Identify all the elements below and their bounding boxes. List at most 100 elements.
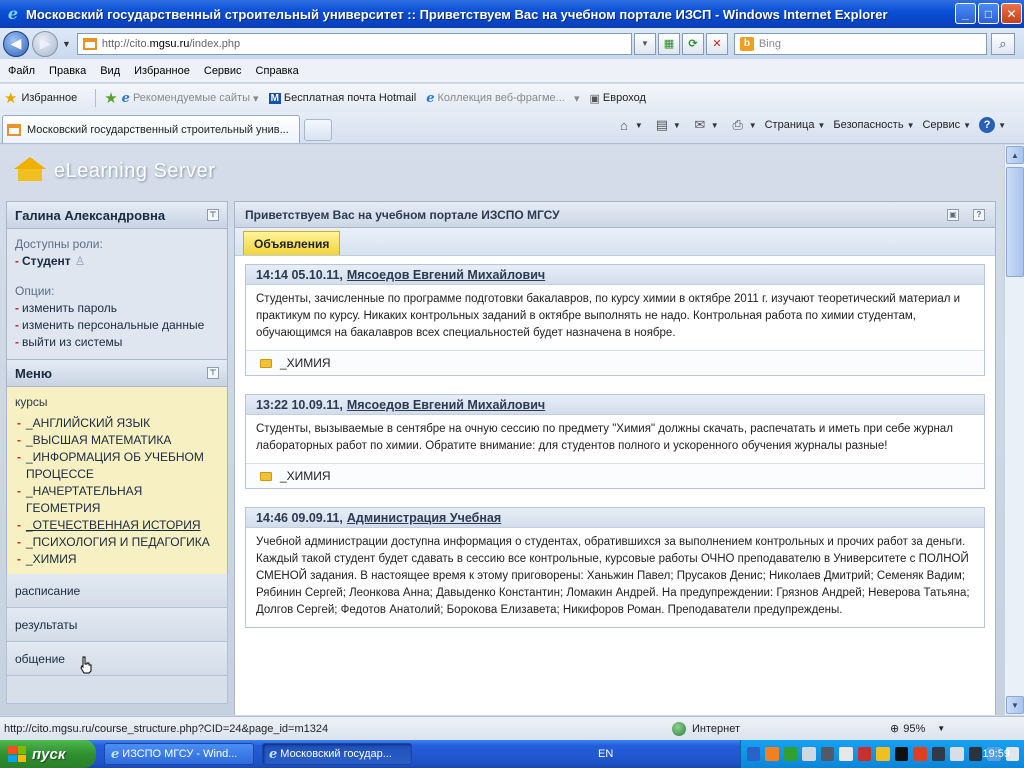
tray-app-icon[interactable]	[968, 747, 983, 761]
url-dropdown-icon[interactable]: ▼	[633, 32, 656, 55]
pin-icon[interactable]: ⊤	[207, 367, 219, 379]
course-item-hovered[interactable]: - _ОТЕЧЕСТВЕННАЯ ИСТОРИЯ	[15, 517, 219, 534]
role-student[interactable]: - Студент ♙	[15, 253, 219, 270]
add-favorite-icon[interactable]: ★	[104, 89, 117, 107]
feeds-icon[interactable]: ▤	[654, 117, 670, 132]
tray-app-icon[interactable]	[950, 747, 964, 761]
news-time: 14:46 09.09.11,	[256, 510, 343, 525]
safety-menu[interactable]: Безопасность	[833, 119, 903, 131]
course-item[interactable]: - _ХИМИЯ	[15, 551, 219, 568]
forward-button[interactable]: ▶	[32, 30, 58, 57]
logout-link[interactable]: - выйти из системы	[15, 334, 219, 351]
courses-menu: курсы - _АНГЛИЙСКИЙ ЯЗЫК - _ВЫСШАЯ МАТЕМАТ…	[6, 387, 228, 574]
pin-icon[interactable]: ▣	[947, 208, 959, 221]
tray-app-icon[interactable]	[765, 747, 779, 761]
nav-schedule[interactable]: расписание	[6, 574, 228, 608]
course-item[interactable]: - _АНГЛИЙСКИЙ ЯЗЫК	[15, 415, 219, 432]
news-course-link[interactable]: _ХИМИЯ	[246, 463, 984, 488]
pin-icon[interactable]: ⊤	[207, 209, 219, 221]
page-favicon-icon	[7, 123, 21, 136]
print-dropdown-icon[interactable]: ▼	[749, 121, 757, 130]
change-personal-data-link[interactable]: - изменить персональные данные	[15, 317, 219, 334]
home-dropdown-icon[interactable]: ▼	[635, 121, 643, 130]
main-title: Приветствуем Вас на учебном портале ИЗСП…	[245, 207, 560, 222]
nav-communication[interactable]: общение	[6, 642, 228, 676]
menu-view[interactable]: Вид	[100, 65, 120, 77]
bullet-icon: -	[17, 535, 21, 549]
security-zone[interactable]: Интернет	[672, 721, 740, 736]
compat-view-icon[interactable]: ▦	[657, 32, 680, 55]
clock[interactable]: 19:59	[982, 748, 1010, 760]
tools-menu[interactable]: Сервис	[922, 119, 960, 131]
tray-app-icon[interactable]	[802, 747, 816, 761]
news-author-link[interactable]: Мясоедов Евгений Михайлович	[347, 268, 545, 282]
scroll-thumb[interactable]	[1006, 167, 1024, 277]
page-menu[interactable]: Страница	[765, 119, 815, 131]
search-icon[interactable]: ⌕	[990, 32, 1015, 55]
mail-dropdown-icon[interactable]: ▼	[711, 121, 719, 130]
menu-file[interactable]: Файл	[8, 65, 35, 77]
ie-icon: e	[269, 746, 278, 762]
help-icon[interactable]: ?	[973, 208, 985, 221]
courses-label[interactable]: курсы	[15, 395, 219, 409]
vertical-scrollbar[interactable]: ▲ ▼	[1004, 145, 1024, 715]
car-icon: ▣	[589, 92, 600, 105]
news-author-link[interactable]: Мясоедов Евгений Михайлович	[347, 398, 545, 412]
mail-icon[interactable]: ✉	[692, 117, 708, 132]
bullet-icon: -	[15, 301, 19, 315]
url-input[interactable]: http://cito. mgsu.ru/index.php	[76, 32, 632, 55]
start-button[interactable]: пуск	[0, 740, 96, 768]
print-icon[interactable]: ⎙	[730, 117, 746, 132]
refresh-icon[interactable]: ⟳	[681, 32, 704, 55]
minimize-button[interactable]: _	[955, 3, 976, 24]
back-button[interactable]: ◀	[3, 30, 29, 57]
help-dropdown-icon[interactable]: ▼	[998, 121, 1006, 130]
home-icon[interactable]: ⌂	[616, 118, 632, 133]
tab-active[interactable]: Московский государственный строительный …	[2, 115, 300, 143]
zoom-level[interactable]: ⊕ 95% ▼	[890, 722, 945, 736]
tray-app-icon[interactable]	[931, 747, 946, 761]
tray-bluetooth-icon[interactable]	[747, 747, 761, 761]
history-dropdown-icon[interactable]: ▼	[62, 39, 71, 49]
fav-evrohod[interactable]: ▣ Евроход	[590, 92, 646, 105]
course-item[interactable]: - _ИНФОРМАЦИЯ ОБ УЧЕБНОМ ПРОЦЕССЕ	[15, 449, 219, 483]
search-input[interactable]: b Bing	[733, 32, 987, 55]
tray-app-icon[interactable]	[820, 747, 835, 761]
fav-web-slice-gallery[interactable]: e Коллекция веб-фрагме... ▾	[426, 91, 579, 106]
help-icon[interactable]: ?	[979, 117, 996, 133]
tray-app-icon[interactable]	[913, 747, 927, 761]
taskbar-window-active[interactable]: e Московский государ...	[262, 743, 412, 765]
stop-icon[interactable]: ✕	[705, 32, 728, 55]
course-item[interactable]: - _ВЫСШАЯ МАТЕМАТИКА	[15, 432, 219, 449]
fav-hotmail[interactable]: M Бесплатная почта Hotmail	[268, 92, 416, 104]
tray-app-icon[interactable]	[857, 747, 872, 761]
tray-app-icon[interactable]	[839, 747, 853, 761]
taskbar-window[interactable]: e ИЗСПО МГСУ - Wind...	[104, 743, 254, 765]
new-tab-button[interactable]	[304, 119, 332, 141]
menu-favorites[interactable]: Избранное	[134, 65, 190, 77]
maximize-button[interactable]: □	[978, 3, 999, 24]
language-indicator[interactable]: EN	[598, 748, 613, 760]
tab-announcements[interactable]: Объявления	[243, 231, 341, 255]
news-course-link[interactable]: _ХИМИЯ	[246, 350, 984, 375]
news-header: 13:22 10.09.11, Мясоедов Евгений Михайло…	[246, 395, 984, 415]
fav-suggested-sites[interactable]: e Рекомендуемые сайты ▾	[122, 91, 259, 106]
tray-app-icon[interactable]	[894, 747, 909, 761]
tray-app-icon[interactable]	[876, 747, 890, 761]
person-icon: ♙	[74, 254, 86, 268]
scroll-down-icon[interactable]: ▼	[1006, 696, 1024, 714]
close-button[interactable]: ✕	[1001, 3, 1022, 24]
feeds-dropdown-icon[interactable]: ▼	[673, 121, 681, 130]
change-password-link[interactable]: - изменить пароль	[15, 300, 219, 317]
menu-tools[interactable]: Сервис	[204, 65, 242, 77]
window-titlebar[interactable]: e Московский государственный строительны…	[0, 0, 1024, 28]
course-item[interactable]: - _ПСИХОЛОГИЯ И ПЕДАГОГИКА	[15, 534, 219, 551]
nav-results[interactable]: результаты	[6, 608, 228, 642]
course-item[interactable]: - _НАЧЕРТАТЕЛЬНАЯ ГЕОМЕТРИЯ	[15, 483, 219, 517]
tray-app-icon[interactable]	[783, 747, 798, 761]
news-author-link[interactable]: Администрация Учебная	[347, 511, 501, 525]
menu-edit[interactable]: Правка	[49, 65, 86, 77]
favorites-button[interactable]: ★ Избранное	[4, 89, 77, 107]
scroll-up-icon[interactable]: ▲	[1006, 146, 1024, 164]
menu-help[interactable]: Справка	[256, 65, 299, 77]
